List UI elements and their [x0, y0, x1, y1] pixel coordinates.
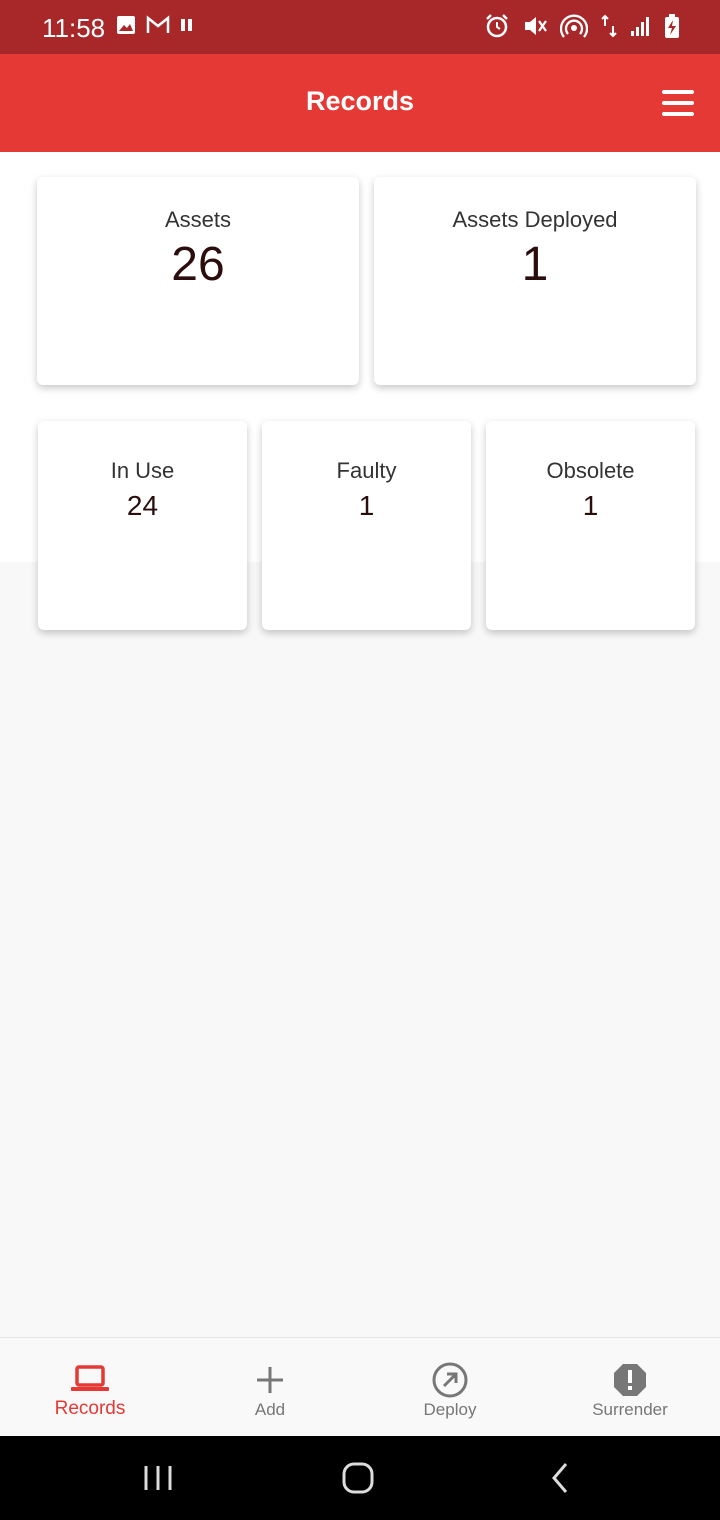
assets-deployed-card[interactable]: Assets Deployed 1 — [374, 177, 696, 385]
bottom-nav: Records Add Deploy Surrender — [0, 1337, 720, 1437]
recent-apps-icon[interactable] — [140, 1460, 176, 1501]
in-use-count: 24 — [126, 490, 159, 521]
nav-item-surrender[interactable]: Surrender — [540, 1338, 720, 1437]
obsolete-count: 1 — [582, 490, 599, 521]
nav-item-deploy[interactable]: Deploy — [360, 1338, 540, 1437]
app-bar: Records — [0, 54, 720, 152]
assets-card[interactable]: Assets 26 — [37, 177, 359, 385]
page-title: Records — [305, 86, 415, 116]
status-bar: 11:58 — [0, 0, 720, 54]
faulty-count: 1 — [358, 490, 375, 521]
assets-deployed-label: Assets Deployed — [452, 207, 618, 232]
faulty-card[interactable]: Faulty 1 — [262, 421, 471, 630]
assets-deployed-count: 1 — [521, 238, 549, 291]
signal-icon — [630, 15, 652, 37]
assets-label: Assets — [164, 207, 232, 232]
hotspot-icon — [560, 13, 588, 39]
home-icon[interactable] — [340, 1460, 376, 1501]
nav-label-surrender: Surrender — [592, 1400, 668, 1419]
arrow-up-right-circle-icon — [430, 1360, 470, 1400]
nav-label-add: Add — [254, 1400, 286, 1419]
in-use-card[interactable]: In Use 24 — [38, 421, 247, 630]
pause-icon — [180, 17, 194, 33]
obsolete-label: Obsolete — [546, 458, 635, 483]
hamburger-menu-icon[interactable] — [662, 90, 694, 116]
data-icon — [600, 14, 618, 38]
system-nav-bar — [0, 1436, 720, 1520]
alarm-icon — [484, 13, 510, 39]
nav-label-records: Records — [54, 1398, 126, 1419]
faulty-label: Faulty — [336, 458, 397, 483]
laptop-icon — [70, 1360, 110, 1400]
mute-icon — [522, 13, 548, 39]
battery-charging-icon — [664, 13, 680, 39]
gmail-icon — [146, 15, 170, 35]
nav-label-deploy: Deploy — [423, 1400, 477, 1419]
alert-octagon-icon — [610, 1360, 650, 1400]
image-icon — [116, 15, 136, 35]
plus-icon — [250, 1360, 290, 1400]
obsolete-card[interactable]: Obsolete 1 — [486, 421, 695, 630]
in-use-label: In Use — [110, 458, 175, 483]
nav-item-records[interactable]: Records — [0, 1338, 180, 1437]
nav-item-add[interactable]: Add — [180, 1338, 360, 1437]
back-icon[interactable] — [542, 1460, 578, 1501]
status-time: 11:58 — [42, 13, 106, 43]
assets-count: 26 — [171, 238, 225, 291]
